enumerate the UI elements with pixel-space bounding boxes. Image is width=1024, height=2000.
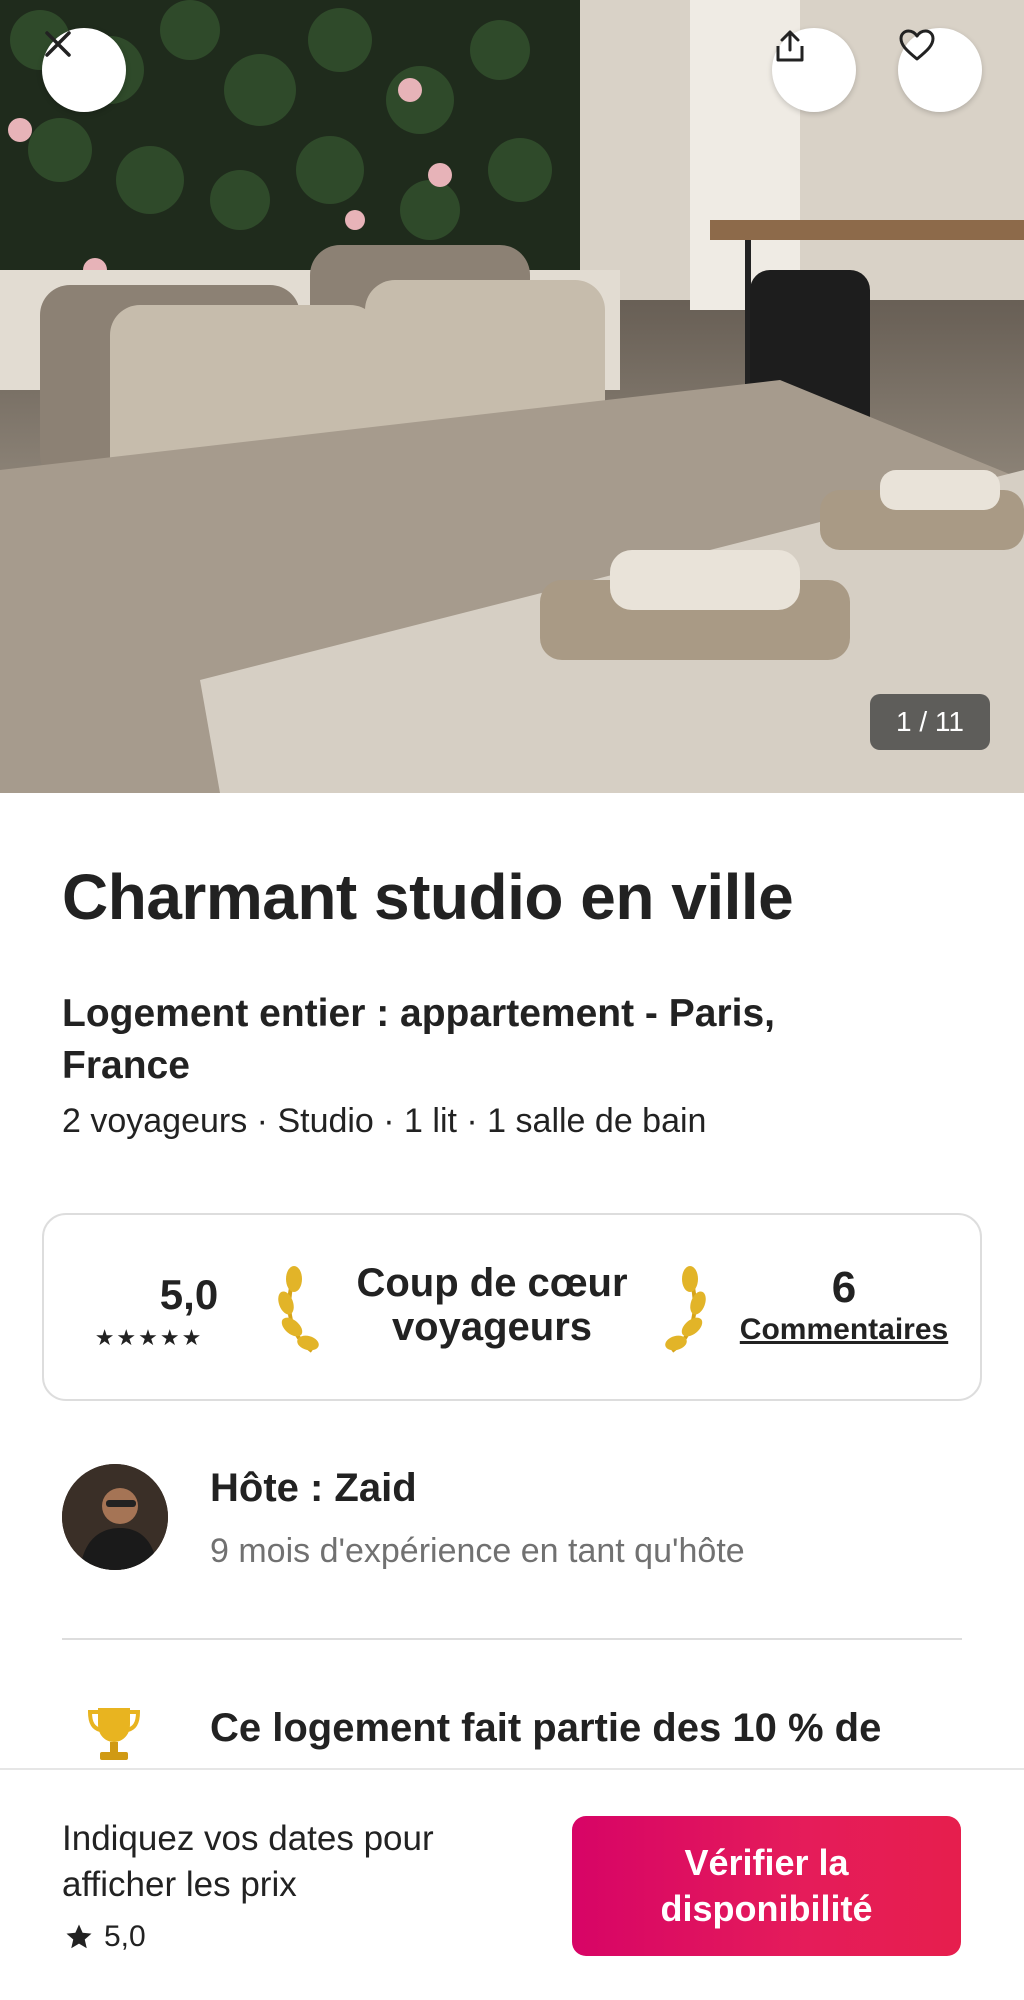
- guest-favorite-badge: Coup de cœur voyageurs: [356, 1261, 628, 1349]
- bedroom-photo-illustration: [0, 0, 1024, 793]
- star-icon: [66, 1924, 92, 1949]
- review-count: 6: [831, 1263, 857, 1312]
- host-name: Hôte : Zaid: [210, 1466, 417, 1510]
- check-availability-button[interactable]: Vérifier la disponibilité: [572, 1816, 961, 1956]
- listing-photo[interactable]: 1 / 11: [0, 0, 1024, 793]
- host-photo: [62, 1464, 168, 1570]
- heart-icon: [899, 29, 935, 61]
- share-icon: [776, 30, 804, 62]
- laurel-right-icon: [665, 1266, 706, 1353]
- rating-stars: ★★★★★: [94, 1325, 204, 1350]
- photo-counter: 1 / 11: [870, 694, 990, 750]
- favorite-button[interactable]: [898, 28, 982, 112]
- divider: [62, 1638, 962, 1640]
- host-avatar[interactable]: [62, 1464, 168, 1570]
- share-button[interactable]: [772, 28, 856, 112]
- rating-card[interactable]: 5,0 ★★★★★ Coup de cœur voyageurs 6 Comme…: [42, 1213, 982, 1401]
- listing-subtitle: Logement entier : appartement - Paris, F…: [62, 992, 775, 1087]
- price-hint: Indiquez vos dates pour afficher les pri…: [62, 1819, 434, 1904]
- booking-bar: Indiquez vos dates pour afficher les pri…: [0, 1768, 1024, 2000]
- reviews-link[interactable]: Commentaires: [724, 1313, 964, 1347]
- bar-rating: 5,0: [64, 1920, 146, 1954]
- highlight-text: Ce logement fait partie des 10 % de: [210, 1706, 882, 1750]
- listing-title: Charmant studio en ville: [62, 861, 794, 933]
- rating-score: 5,0: [159, 1271, 219, 1318]
- listing-details: 2 voyageurs · Studio · 1 lit · 1 salle d…: [62, 1102, 707, 1140]
- close-icon: [45, 31, 71, 57]
- bar-rating-value: 5,0: [104, 1920, 146, 1953]
- trophy-icon: [87, 1708, 141, 1760]
- host-experience: 9 mois d'expérience en tant qu'hôte: [210, 1532, 745, 1570]
- close-button[interactable]: [42, 28, 126, 112]
